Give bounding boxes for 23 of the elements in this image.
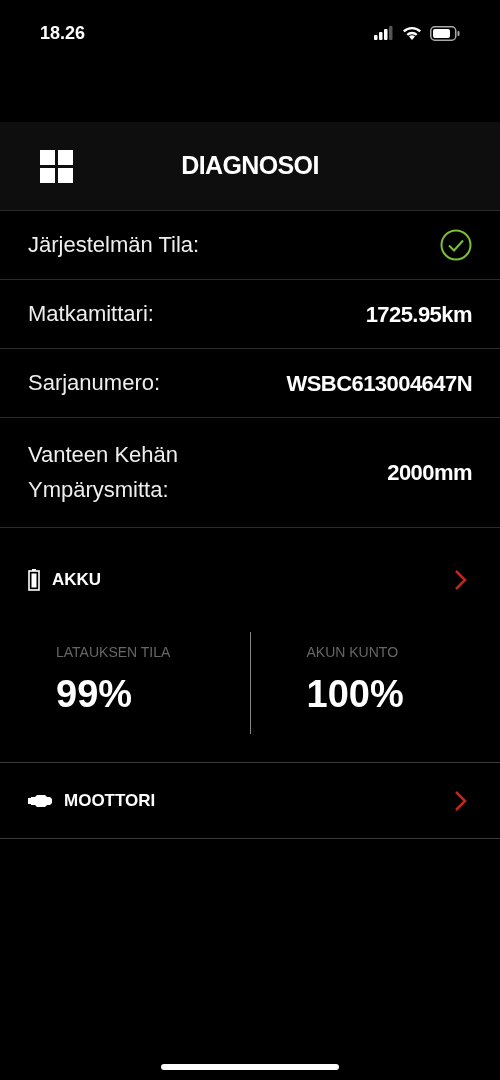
- info-label: Järjestelmän Tila:: [28, 230, 201, 259]
- stat-value: 100%: [306, 675, 405, 713]
- chevron-right-icon[interactable]: [454, 569, 468, 591]
- wifi-icon: [402, 26, 422, 40]
- info-label: Matkamittari:: [28, 299, 155, 328]
- screen-title: DIAGNOSOI: [181, 150, 319, 182]
- battery-status-icon: [430, 25, 460, 41]
- menu-grid-icon[interactable]: [40, 149, 73, 183]
- motor-icon: [28, 793, 52, 808]
- info-label: Vanteen Kehän Ympärysmitta:: [28, 441, 180, 504]
- info-value: WSBC613004647N: [286, 369, 472, 398]
- status-time: 18.26: [40, 21, 86, 45]
- stat-label: AKUN KUNTO: [306, 643, 400, 662]
- section-title[interactable]: MOOTTORI: [64, 787, 156, 814]
- info-value: 1725.95km: [365, 300, 472, 329]
- chevron-right-icon[interactable]: [454, 789, 468, 812]
- info-value: 2000mm: [387, 459, 472, 487]
- battery-icon: [28, 569, 40, 591]
- signal-icon: [374, 26, 394, 40]
- info-label: Sarjanumero:: [28, 368, 162, 397]
- section-title[interactable]: AKKU: [52, 567, 102, 593]
- stat-label: LATAUKSEN TILA: [56, 643, 172, 662]
- stat-value: 99%: [56, 675, 134, 713]
